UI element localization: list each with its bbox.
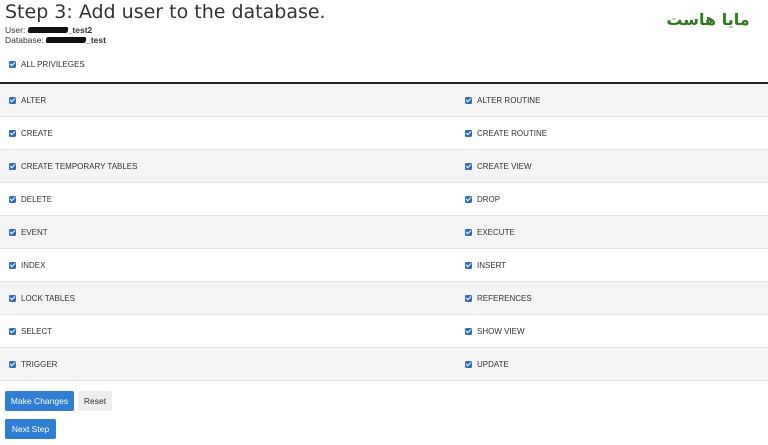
privilege-checkbox-left[interactable]: SELECT <box>9 327 52 336</box>
privilege-checkbox-right[interactable]: REFERENCES <box>465 294 532 303</box>
privilege-row: DELETE DROP <box>0 183 768 216</box>
privilege-checkbox-left[interactable]: TRIGGER <box>9 360 57 369</box>
checkbox-checked-icon[interactable] <box>465 327 472 335</box>
checkbox-checked-icon[interactable] <box>465 228 472 236</box>
privilege-label: CREATE ROUTINE <box>477 128 548 138</box>
privilege-row: TRIGGER UPDATE <box>0 348 768 381</box>
checkbox-checked-icon[interactable] <box>465 195 472 203</box>
reset-button[interactable]: Reset <box>78 391 112 411</box>
page-title: Step 3: Add user to the database. <box>5 1 326 23</box>
make-changes-button[interactable]: Make Changes <box>5 391 74 411</box>
privilege-row: ALTER ALTER ROUTINE <box>0 84 768 117</box>
privilege-row: INDEX INSERT <box>0 249 768 282</box>
privilege-label: LOCK TABLES <box>21 293 75 303</box>
next-step-button[interactable]: Next Step <box>5 419 56 439</box>
privilege-checkbox-left[interactable]: DELETE <box>9 195 52 204</box>
privilege-label: TRIGGER <box>21 359 58 369</box>
checkbox-checked-icon[interactable] <box>9 96 16 104</box>
privilege-label: EVENT <box>21 227 48 237</box>
user-value-suffix: _test2 <box>67 25 93 35</box>
privilege-label: EXECUTE <box>477 227 515 237</box>
privilege-checkbox-left[interactable]: LOCK TABLES <box>9 294 75 303</box>
privilege-checkbox-right[interactable]: UPDATE <box>465 360 509 369</box>
privilege-checkbox-right[interactable]: INSERT <box>465 261 506 270</box>
privilege-row: SELECT SHOW VIEW <box>0 315 768 348</box>
privilege-row: CREATE CREATE ROUTINE <box>0 117 768 150</box>
checkbox-checked-icon[interactable] <box>465 129 472 137</box>
privilege-checkbox-right[interactable]: CREATE VIEW <box>465 162 532 171</box>
checkbox-checked-icon[interactable] <box>465 360 472 368</box>
privilege-label: REFERENCES <box>477 293 532 303</box>
checkbox-checked-icon[interactable] <box>465 261 472 269</box>
privilege-row: CREATE TEMPORARY TABLES CREATE VIEW <box>0 150 768 183</box>
checkbox-checked-icon[interactable] <box>9 294 16 302</box>
checkbox-checked-icon[interactable] <box>9 327 16 335</box>
database-label: Database: <box>5 35 44 45</box>
redacted-username <box>27 26 69 33</box>
privilege-label: ALTER <box>21 95 47 105</box>
privilege-label: DROP <box>477 194 501 204</box>
privilege-checkbox-right[interactable]: ALTER ROUTINE <box>465 96 540 105</box>
database-value-suffix: _test <box>86 35 106 45</box>
privilege-checkbox-right[interactable]: DROP <box>465 195 500 204</box>
privileges-table: ALTER ALTER ROUTINE CREATE CREATE ROUTINE CR… <box>0 84 768 381</box>
privilege-label: CREATE TEMPORARY TABLES <box>21 161 138 171</box>
privilege-row: LOCK TABLES REFERENCES <box>0 282 768 315</box>
checkbox-checked-icon[interactable] <box>465 162 472 170</box>
user-label: User: <box>5 25 26 35</box>
privilege-label: ALTER ROUTINE <box>477 95 541 105</box>
checkbox-checked-icon[interactable] <box>9 360 16 368</box>
user-info: User: _test2 <box>5 25 92 35</box>
privilege-label: DELETE <box>21 194 53 204</box>
privilege-label: CREATE <box>21 128 53 138</box>
privilege-checkbox-right[interactable]: SHOW VIEW <box>465 327 525 336</box>
privilege-row: EVENT EXECUTE <box>0 216 768 249</box>
checkbox-checked-icon[interactable] <box>9 261 16 269</box>
privilege-checkbox-left[interactable]: EVENT <box>9 228 48 237</box>
privilege-label: INDEX <box>21 260 46 270</box>
database-info: Database: _test <box>5 35 106 45</box>
checkbox-checked-icon[interactable] <box>9 61 16 68</box>
privilege-label: INSERT <box>477 260 507 270</box>
privilege-label: SELECT <box>21 326 53 336</box>
checkbox-checked-icon[interactable] <box>9 228 16 236</box>
privilege-checkbox-right[interactable]: EXECUTE <box>465 228 515 237</box>
privilege-label: CREATE VIEW <box>477 161 532 171</box>
all-privileges-checkbox[interactable]: ALL PRIVILEGES <box>9 60 85 69</box>
privilege-checkbox-left[interactable]: CREATE TEMPORARY TABLES <box>9 162 137 171</box>
privilege-label: SHOW VIEW <box>477 326 525 336</box>
checkbox-checked-icon[interactable] <box>9 195 16 203</box>
checkbox-checked-icon[interactable] <box>465 294 472 302</box>
checkbox-checked-icon[interactable] <box>465 96 472 104</box>
redacted-database-prefix <box>45 36 87 43</box>
privilege-checkbox-right[interactable]: CREATE ROUTINE <box>465 129 547 138</box>
privilege-checkbox-left[interactable]: INDEX <box>9 261 45 270</box>
checkbox-checked-icon[interactable] <box>9 129 16 137</box>
privilege-checkbox-left[interactable]: CREATE <box>9 129 53 138</box>
maya-host-logo: مایا هاست <box>648 5 768 33</box>
privilege-label: UPDATE <box>477 359 509 369</box>
all-privileges-label: ALL PRIVILEGES <box>21 60 85 69</box>
checkbox-checked-icon[interactable] <box>9 162 16 170</box>
privilege-checkbox-left[interactable]: ALTER <box>9 96 46 105</box>
